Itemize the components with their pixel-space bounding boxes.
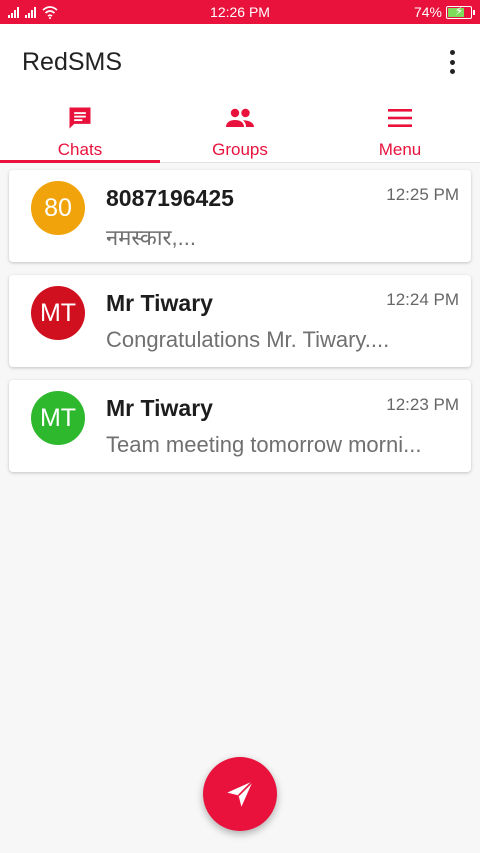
chat-list-item[interactable]: MT Mr Tiwary 12:23 PM Team meeting tomor… [9,380,471,472]
compose-fab-button[interactable] [203,757,277,831]
wifi-icon [42,5,58,19]
signal-indicators [8,5,58,19]
battery-icon: ⚡ [446,3,475,19]
tab-label: Groups [212,140,268,159]
tab-groups[interactable]: Groups [160,100,320,162]
tab-chats[interactable]: Chats [0,100,160,163]
chat-list: 80 8087196425 12:25 PM नमस्कार,... MT Mr… [9,170,471,485]
tab-bar: Chats Groups Menu [0,100,480,163]
chat-contact-name: 8087196425 [106,185,234,211]
chat-icon [66,104,94,132]
status-time: 12:26 PM [210,4,270,20]
avatar: MT [31,286,85,340]
menu-icon [386,104,414,132]
signal-icon [8,6,19,18]
tab-label: Menu [378,140,422,159]
chat-preview: Congratulations Mr. Tiwary.... [106,327,390,352]
app-title: RedSMS [22,47,123,76]
chat-timestamp: 12:23 PM [386,395,459,414]
chat-timestamp: 12:25 PM [386,185,459,204]
app-bar: RedSMS [0,24,480,100]
chat-contact-name: Mr Tiwary [106,290,213,316]
tab-label: Chats [57,140,103,159]
send-icon [227,780,254,807]
chat-timestamp: 12:24 PM [386,290,459,309]
chat-contact-name: Mr Tiwary [106,395,213,421]
avatar: 80 [31,181,85,235]
chat-preview: नमस्कार,... [106,225,196,250]
status-bar: 12:26 PM 74% ⚡ [0,0,480,24]
chat-preview: Team meeting tomorrow morni... [106,432,422,457]
signal-icon [25,6,36,18]
chat-list-item[interactable]: 80 8087196425 12:25 PM नमस्कार,... [9,170,471,262]
chat-list-item[interactable]: MT Mr Tiwary 12:24 PM Congratulations Mr… [9,275,471,367]
more-vert-icon[interactable] [444,48,460,76]
battery-percent: 74% [413,4,442,20]
charging-icon: ⚡ [454,3,464,18]
group-icon [224,104,256,132]
tab-menu[interactable]: Menu [320,100,480,162]
avatar: MT [31,391,85,445]
